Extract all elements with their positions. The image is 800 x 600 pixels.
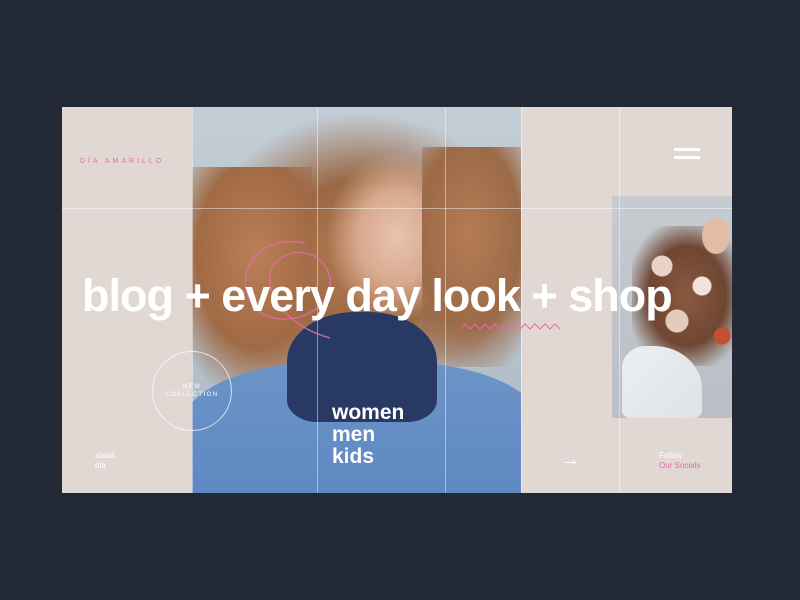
headline: blog + every day look + shop bbox=[82, 270, 673, 321]
arrow-right-icon[interactable]: → bbox=[560, 449, 580, 472]
hero-photo-hair-right bbox=[422, 147, 521, 367]
about-line1: about bbox=[95, 451, 116, 460]
about-line2: dia bbox=[95, 461, 106, 470]
hamburger-icon[interactable] bbox=[674, 148, 700, 160]
category-kids[interactable]: kids bbox=[332, 446, 404, 468]
category-men[interactable]: men bbox=[332, 424, 404, 446]
follow-label: Follow bbox=[659, 451, 683, 460]
follow-socials[interactable]: Follow Our Socials bbox=[659, 451, 700, 471]
category-women[interactable]: women bbox=[332, 402, 404, 424]
squiggle-decoration bbox=[460, 323, 560, 330]
new-collection-line1: NEW bbox=[182, 384, 202, 390]
our-socials-link[interactable]: Our Socials bbox=[659, 461, 700, 471]
about-link[interactable]: about dia bbox=[95, 451, 115, 471]
new-collection-label[interactable]: NEW COLLECTION bbox=[162, 383, 222, 399]
category-nav: women men kids bbox=[332, 402, 404, 468]
grid-line bbox=[62, 208, 732, 209]
hero-frame: DÍA AMARILLO blog + every day look + sho… bbox=[62, 107, 732, 493]
brand-logo[interactable]: DÍA AMARILLO bbox=[80, 158, 164, 165]
side-photo-model bbox=[702, 218, 730, 254]
new-collection-line2: COLLECTION bbox=[165, 392, 219, 398]
